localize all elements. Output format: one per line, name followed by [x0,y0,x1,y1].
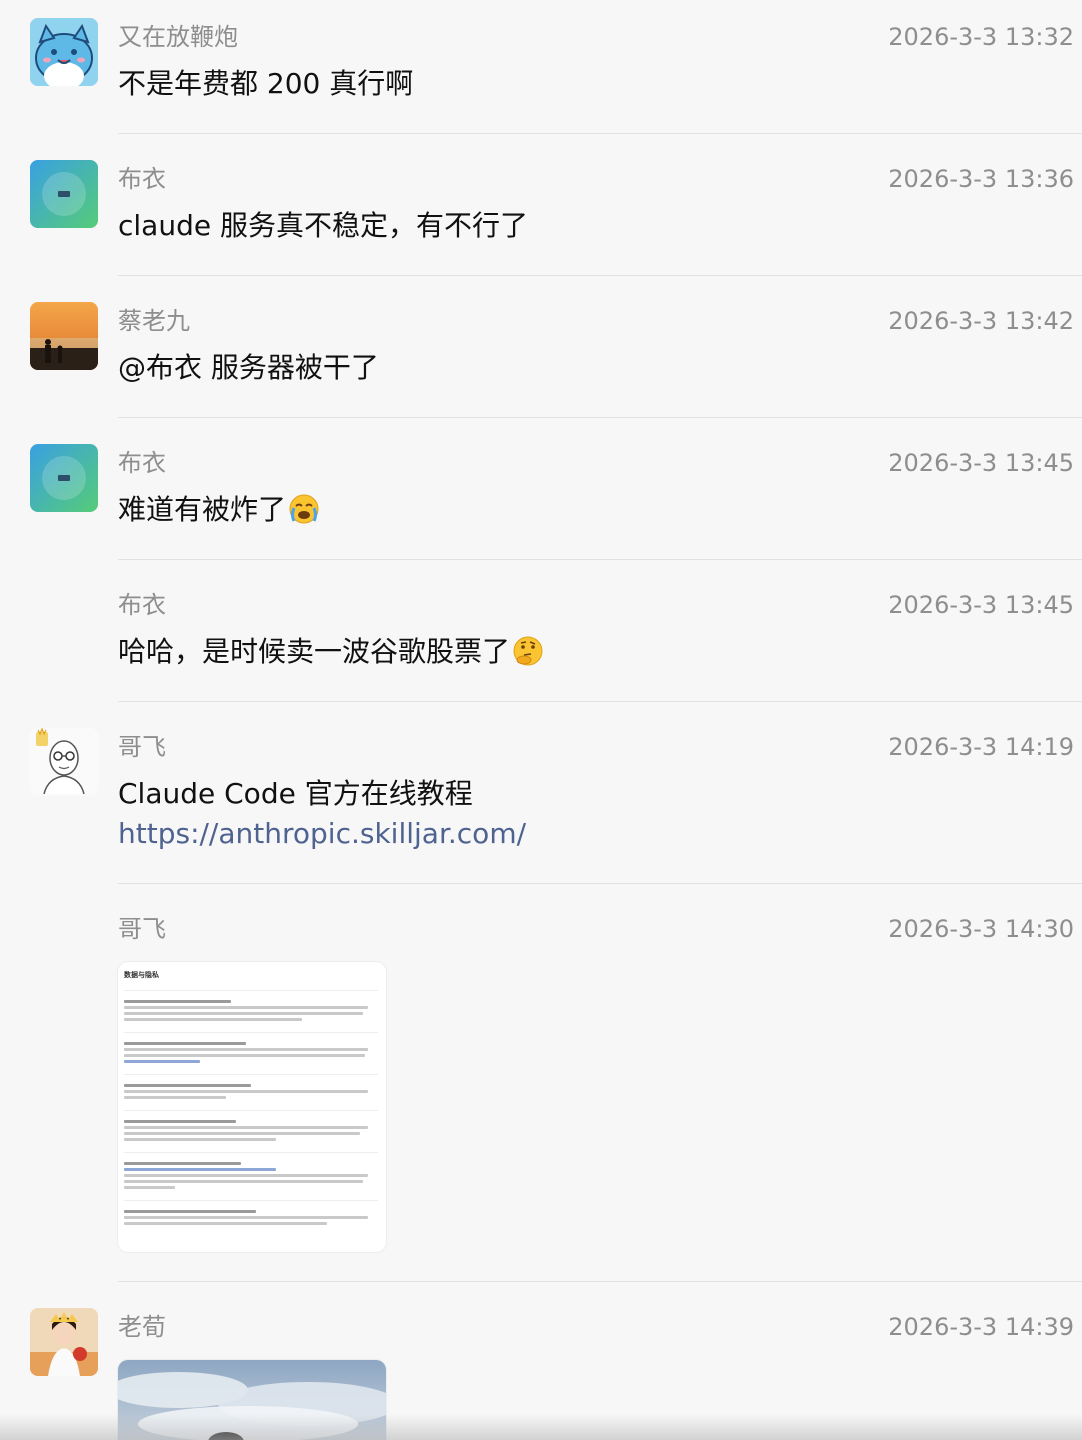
message-text: 难道有被炸了 [118,493,287,526]
girl-photo-avatar-icon [30,1308,98,1376]
divider [118,1281,1082,1282]
avatar[interactable] [30,160,98,228]
cartoon-cat-avatar-icon [30,18,98,86]
sender-name[interactable]: 蔡老九 [118,306,190,336]
message-text: 不是年费都 200 真行啊 [118,67,414,100]
doc-section [124,1200,378,1236]
avatar[interactable] [30,18,98,86]
crying-face-icon [289,494,319,524]
sketch-man-avatar-icon [30,728,98,796]
default-avatar-icon [30,444,98,512]
sunset-photo-avatar-icon [30,302,98,370]
divider [118,559,1082,560]
divider [118,883,1082,884]
message-timestamp: 2026-3-3 13:42 [888,307,1074,335]
avatar[interactable] [30,444,98,512]
divider [118,133,1082,134]
sender-name[interactable]: 布衣 [118,164,166,194]
doc-section [124,1074,378,1110]
avatar[interactable] [30,302,98,370]
sender-name[interactable]: 布衣 [118,448,166,478]
message-content: 难道有被炸了 [118,492,320,528]
divider [118,275,1082,276]
doc-section [124,990,378,1032]
document-preview: 数据与隐私 [118,962,386,1236]
avatar[interactable] [30,728,98,796]
message-text: @布衣 服务器被干了 [118,351,379,384]
doc-section [124,1032,378,1074]
message-timestamp: 2026-3-3 14:30 [888,915,1074,943]
default-avatar-icon [30,160,98,228]
avatar[interactable] [30,1308,98,1376]
sender-name[interactable]: 哥飞 [118,914,166,944]
divider [118,417,1082,418]
sender-name[interactable]: 布衣 [118,590,166,620]
message-timestamp: 2026-3-3 13:45 [888,449,1074,477]
message-text: claude 服务真不稳定，有不行了 [118,209,528,242]
image-doc-title: 数据与隐私 [124,971,159,979]
sender-name[interactable]: 又在放鞭炮 [118,22,238,52]
message-link[interactable]: https://anthropic.skilljar.com/ [118,816,526,852]
image-attachment[interactable]: 数据与隐私 [118,962,386,1252]
doc-section [124,1152,378,1200]
message-timestamp: 2026-3-3 14:39 [888,1313,1074,1341]
scroll-shadow [0,1414,1082,1440]
doc-section [124,1110,378,1152]
sender-name[interactable]: 老荀 [118,1312,166,1342]
message-timestamp: 2026-3-3 13:32 [888,23,1074,51]
divider [118,701,1082,702]
thinking-face-icon [513,636,543,666]
message-content: 哈哈，是时候卖一波谷歌股票了 [118,634,544,670]
message-text: Claude Code 官方在线教程 [118,777,473,810]
message-text: 哈哈，是时候卖一波谷歌股票了 [118,635,511,668]
message-timestamp: 2026-3-3 13:45 [888,591,1074,619]
message-timestamp: 2026-3-3 14:19 [888,733,1074,761]
message-timestamp: 2026-3-3 13:36 [888,165,1074,193]
sender-name[interactable]: 哥飞 [118,732,166,762]
